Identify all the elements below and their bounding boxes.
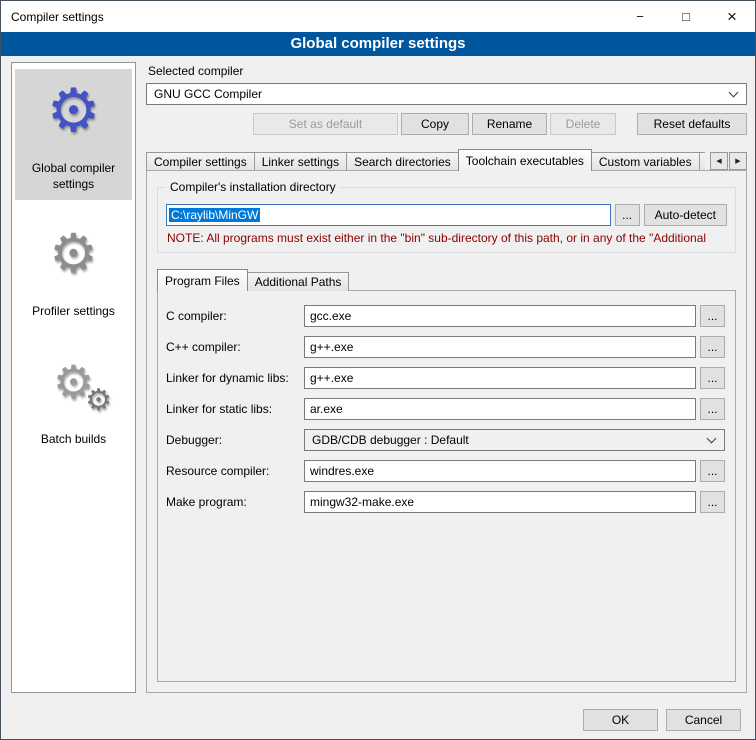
field-row-c-compiler: C compiler: gcc.exe ...	[166, 305, 725, 327]
static-linker-value: ar.exe	[310, 402, 343, 416]
dynamic-linker-input[interactable]: g++.exe	[304, 367, 696, 389]
set-as-default-button[interactable]: Set as default	[253, 113, 398, 135]
sidebar-item-global-compiler-settings[interactable]: ⚙ Global compiler settings	[15, 69, 132, 200]
make-program-input[interactable]: mingw32-make.exe	[304, 491, 696, 513]
chevron-down-icon	[729, 88, 739, 98]
field-row-resource-compiler: Resource compiler: windres.exe ...	[166, 460, 725, 482]
installation-directory-label: Compiler's installation directory	[166, 180, 340, 194]
make-program-label: Make program:	[166, 495, 304, 509]
field-row-dynamic-linker: Linker for dynamic libs: g++.exe ...	[166, 367, 725, 389]
installation-directory-group: Compiler's installation directory C:\ray…	[157, 187, 736, 253]
ok-button[interactable]: OK	[583, 709, 658, 731]
sidebar-item-batch-builds[interactable]: ⚙ ⚙ Batch builds	[15, 340, 132, 456]
resource-compiler-input[interactable]: windres.exe	[304, 460, 696, 482]
cpp-compiler-value: g++.exe	[310, 340, 353, 354]
subtabs-scroll: Program Files Additional Paths	[157, 269, 736, 291]
sidebar-item-label: Global compiler settings	[17, 161, 130, 192]
tab-scroll-right-icon[interactable]: ▶	[729, 152, 747, 170]
program-files-panel: C compiler: gcc.exe ... C++ compiler: g+…	[157, 290, 736, 682]
gear-icon: ⚙	[49, 227, 97, 281]
resource-compiler-label: Resource compiler:	[166, 464, 304, 478]
chevron-down-icon	[707, 434, 717, 444]
debugger-label: Debugger:	[166, 433, 304, 447]
dynamic-linker-value: g++.exe	[310, 371, 353, 385]
debugger-value: GDB/CDB debugger : Default	[312, 433, 708, 447]
toolchain-panel: Compiler's installation directory C:\ray…	[146, 170, 747, 693]
cpp-compiler-label: C++ compiler:	[166, 340, 304, 354]
selected-compiler-label: Selected compiler	[148, 64, 747, 78]
window-title: Compiler settings	[1, 10, 104, 24]
installation-directory-browse-button[interactable]: ...	[615, 204, 640, 226]
profiler-icon-wrap: ⚙	[17, 218, 130, 290]
spacer	[146, 113, 250, 135]
field-row-debugger: Debugger: GDB/CDB debugger : Default	[166, 429, 725, 451]
tab-additional-paths[interactable]: Additional Paths	[247, 272, 350, 291]
tab-compiler-settings[interactable]: Compiler settings	[146, 152, 255, 171]
tab-scroll-left-icon[interactable]: ◀	[710, 152, 728, 170]
c-compiler-label: C compiler:	[166, 309, 304, 323]
c-compiler-browse-button[interactable]: ...	[700, 305, 725, 327]
c-compiler-value: gcc.exe	[310, 309, 351, 323]
tab-program-files[interactable]: Program Files	[157, 269, 248, 291]
sidebar-item-label: Profiler settings	[17, 304, 130, 320]
maximize-button[interactable]: □	[663, 1, 709, 32]
cpp-compiler-browse-button[interactable]: ...	[700, 336, 725, 358]
window-controls: − □ ×	[617, 1, 755, 32]
dynamic-linker-label: Linker for dynamic libs:	[166, 371, 304, 385]
minimize-button[interactable]: −	[617, 1, 663, 32]
cancel-button[interactable]: Cancel	[666, 709, 741, 731]
static-linker-input[interactable]: ar.exe	[304, 398, 696, 420]
field-row-make-program: Make program: mingw32-make.exe ...	[166, 491, 725, 513]
page-title: Global compiler settings	[1, 32, 755, 56]
tab-linker-settings[interactable]: Linker settings	[254, 152, 347, 171]
compiler-settings-window: Compiler settings − □ × Global compiler …	[0, 0, 756, 740]
make-program-value: mingw32-make.exe	[310, 495, 414, 509]
close-button[interactable]: ×	[709, 1, 755, 32]
tab-search-directories[interactable]: Search directories	[346, 152, 459, 171]
settings-sidebar: ⚙ Global compiler settings ⚙ Profiler se…	[11, 62, 136, 693]
tab-build-options[interactable]: Build	[699, 152, 705, 171]
rename-button[interactable]: Rename	[472, 113, 547, 135]
batch-builds-icon-wrap: ⚙ ⚙	[17, 346, 130, 418]
installation-note: NOTE: All programs must exist either in …	[167, 231, 726, 245]
gear-icon: ⚙	[85, 386, 112, 416]
sidebar-item-profiler-settings[interactable]: ⚙ Profiler settings	[15, 212, 132, 328]
dialog-content: ⚙ Global compiler settings ⚙ Profiler se…	[1, 56, 755, 701]
field-row-static-linker: Linker for static libs: ar.exe ...	[166, 398, 725, 420]
titlebar[interactable]: Compiler settings − □ ×	[1, 1, 755, 32]
static-linker-browse-button[interactable]: ...	[700, 398, 725, 420]
resource-compiler-value: windres.exe	[310, 464, 374, 478]
make-program-browse-button[interactable]: ...	[700, 491, 725, 513]
main-area: Selected compiler GNU GCC Compiler Set a…	[146, 62, 747, 693]
copy-button[interactable]: Copy	[401, 113, 469, 135]
reset-defaults-button[interactable]: Reset defaults	[637, 113, 747, 135]
dialog-footer: OK Cancel	[1, 701, 755, 739]
tab-custom-variables[interactable]: Custom variables	[591, 152, 700, 171]
global-compiler-icon-wrap: ⚙	[17, 75, 130, 147]
cpp-compiler-input[interactable]: g++.exe	[304, 336, 696, 358]
c-compiler-input[interactable]: gcc.exe	[304, 305, 696, 327]
settings-tabbar: Compiler settings Linker settings Search…	[146, 149, 747, 171]
program-files-tabbar: Program Files Additional Paths	[157, 269, 736, 291]
resource-compiler-browse-button[interactable]: ...	[700, 460, 725, 482]
static-linker-label: Linker for static libs:	[166, 402, 304, 416]
dynamic-linker-browse-button[interactable]: ...	[700, 367, 725, 389]
sidebar-item-label: Batch builds	[17, 432, 130, 448]
tabs-scroll: Compiler settings Linker settings Search…	[146, 149, 705, 171]
selected-compiler-dropdown[interactable]: GNU GCC Compiler	[146, 83, 747, 105]
installation-directory-value: C:\raylib\MinGW	[169, 208, 260, 222]
gear-icon: ⚙	[47, 81, 101, 141]
selected-compiler-value: GNU GCC Compiler	[154, 87, 730, 101]
debugger-dropdown[interactable]: GDB/CDB debugger : Default	[304, 429, 725, 451]
field-row-cpp-compiler: C++ compiler: g++.exe ...	[166, 336, 725, 358]
installation-directory-input[interactable]: C:\raylib\MinGW	[166, 204, 611, 226]
auto-detect-button[interactable]: Auto-detect	[644, 204, 727, 226]
compiler-actions-row: Set as default Copy Rename Delete Reset …	[146, 113, 747, 135]
installation-directory-row: C:\raylib\MinGW ... Auto-detect	[166, 204, 727, 226]
delete-button[interactable]: Delete	[550, 113, 616, 135]
tab-scroll-arrows: ◀ ▶	[710, 152, 747, 170]
tab-toolchain-executables[interactable]: Toolchain executables	[458, 149, 592, 171]
